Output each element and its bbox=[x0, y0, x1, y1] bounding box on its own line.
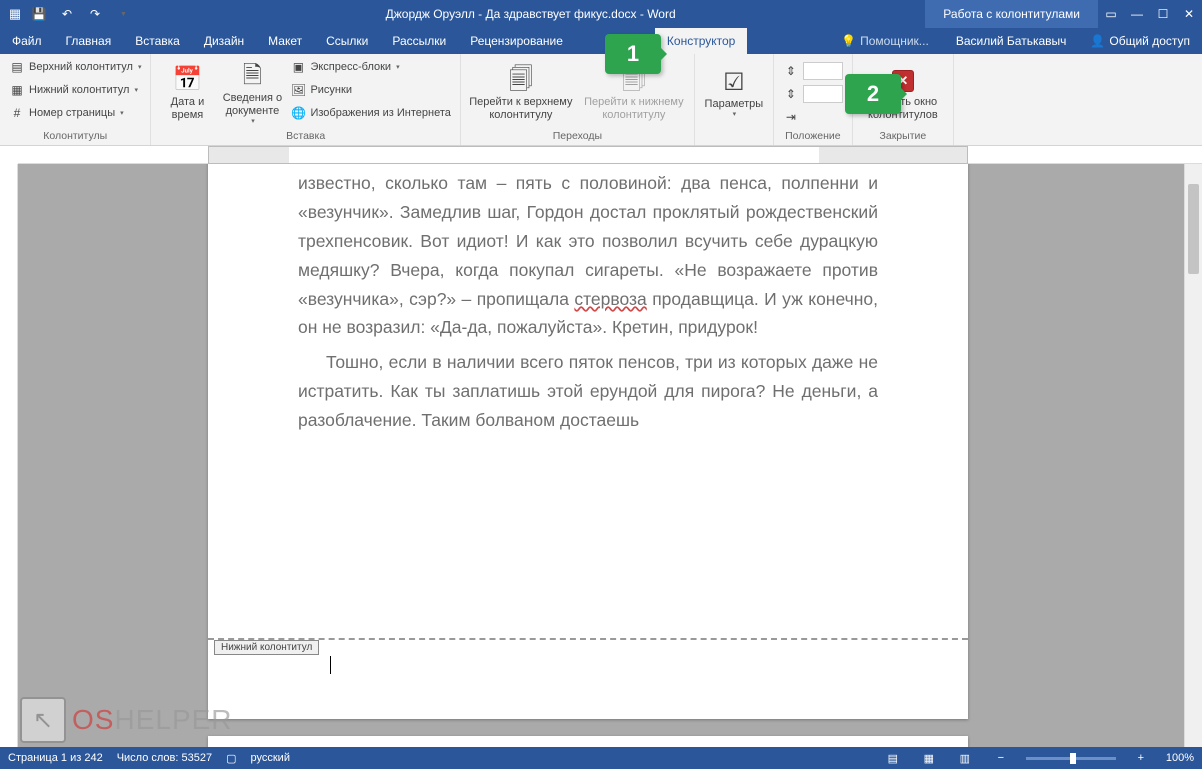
group-navigation: Переходы bbox=[466, 129, 689, 144]
callout-2: 2 bbox=[845, 74, 901, 114]
online-pictures-button[interactable]: 🌐Изображения из Интернета bbox=[286, 102, 454, 124]
view-web-button[interactable]: ▥ bbox=[954, 747, 976, 769]
maximize-button[interactable]: ☐ bbox=[1150, 1, 1176, 27]
zoom-slider[interactable] bbox=[1026, 757, 1116, 760]
status-words[interactable]: Число слов: 53527 bbox=[117, 752, 212, 764]
zoom-out-button[interactable]: − bbox=[990, 747, 1012, 769]
body-text: известно, сколько там – пять с половиной… bbox=[298, 169, 878, 435]
app-icon: ▦ bbox=[6, 5, 24, 23]
page-number-button[interactable]: #Номер страницы▾ bbox=[5, 102, 145, 124]
redo-button[interactable]: ↷ bbox=[82, 1, 108, 27]
scroll-thumb[interactable] bbox=[1188, 184, 1199, 274]
window-title: Джордж Оруэлл - Да здравствует фикус.doc… bbox=[136, 7, 925, 21]
tab-design[interactable]: Дизайн bbox=[192, 28, 256, 54]
cursor-icon: ↖ bbox=[20, 697, 66, 743]
goto-header-button[interactable]: 🗐Перейти к верхнему колонтитулу bbox=[466, 56, 576, 128]
ribbon-options-button[interactable]: ▭ bbox=[1098, 1, 1124, 27]
proofing-icon[interactable]: ▢ bbox=[226, 752, 236, 765]
tab-references[interactable]: Ссылки bbox=[314, 28, 380, 54]
group-position: Положение bbox=[779, 129, 847, 144]
vertical-ruler[interactable] bbox=[0, 164, 18, 747]
group-colontitles: Колонтитулы bbox=[5, 129, 145, 144]
view-print-button[interactable]: ▦ bbox=[918, 747, 940, 769]
tab-home[interactable]: Главная bbox=[54, 28, 124, 54]
qat-customize[interactable]: ▼ bbox=[110, 1, 136, 27]
tab-mailings[interactable]: Рассылки bbox=[380, 28, 458, 54]
title-bar: ▦ 💾 ↶ ↷ ▼ Джордж Оруэлл - Да здравствует… bbox=[0, 0, 1202, 28]
tab-layout[interactable]: Макет bbox=[256, 28, 314, 54]
footer-button[interactable]: ▦Нижний колонтитул▾ bbox=[5, 79, 145, 101]
text-cursor bbox=[330, 656, 331, 674]
vertical-scrollbar[interactable] bbox=[1184, 164, 1202, 747]
position-top-input[interactable]: ⇕ bbox=[779, 60, 847, 82]
tell-me[interactable]: 💡Помощник... bbox=[826, 28, 944, 54]
tab-insert[interactable]: Вставка bbox=[123, 28, 192, 54]
group-insert: Вставка bbox=[156, 129, 454, 144]
status-language[interactable]: русский bbox=[251, 752, 290, 764]
footer-tag: Нижний колонтитул bbox=[214, 640, 319, 655]
doc-info-button[interactable]: 🗎Сведения о документе▾ bbox=[221, 56, 283, 128]
callout-1: 1 bbox=[605, 34, 661, 74]
zoom-in-button[interactable]: + bbox=[1130, 747, 1152, 769]
tab-review[interactable]: Рецензирование bbox=[458, 28, 575, 54]
save-button[interactable]: 💾 bbox=[26, 1, 52, 27]
document-area[interactable]: известно, сколько там – пять с половиной… bbox=[18, 164, 1184, 747]
user-name[interactable]: Василий Батькавыч bbox=[944, 28, 1079, 54]
contextual-tab-label: Работа с колонтитулами bbox=[925, 0, 1098, 28]
quick-parts-button[interactable]: ▣Экспресс-блоки▾ bbox=[286, 56, 454, 78]
tab-file[interactable]: Файл bbox=[0, 28, 54, 54]
options-button[interactable]: ☑Параметры▾ bbox=[700, 56, 768, 128]
minimize-button[interactable]: — bbox=[1124, 1, 1150, 27]
ribbon: ▤Верхний колонтитул▾ ▦Нижний колонтитул▾… bbox=[0, 54, 1202, 146]
group-close: Закрытие bbox=[858, 129, 948, 144]
share-button[interactable]: 👤Общий доступ bbox=[1078, 28, 1202, 54]
zoom-level[interactable]: 100% bbox=[1166, 752, 1194, 764]
view-read-button[interactable]: ▤ bbox=[882, 747, 904, 769]
watermark: ↖ OSHELPER bbox=[20, 697, 233, 743]
horizontal-ruler[interactable] bbox=[18, 146, 1202, 164]
header-button[interactable]: ▤Верхний колонтитул▾ bbox=[5, 56, 145, 78]
ribbon-tabs: Файл Главная Вставка Дизайн Макет Ссылки… bbox=[0, 28, 1202, 54]
pictures-button[interactable]: 🖼Рисунки bbox=[286, 79, 454, 101]
close-window-button[interactable]: ✕ bbox=[1176, 1, 1202, 27]
page-2[interactable]: Верхний колонтитул «везунчик» не в россы… bbox=[208, 736, 968, 747]
undo-button[interactable]: ↶ bbox=[54, 1, 80, 27]
insert-tab-button[interactable]: ⇥ bbox=[779, 106, 847, 128]
page-1[interactable]: известно, сколько там – пять с половиной… bbox=[208, 164, 968, 719]
date-time-button[interactable]: 📅Дата и время bbox=[156, 56, 218, 128]
status-page[interactable]: Страница 1 из 242 bbox=[8, 752, 103, 764]
position-bottom-input[interactable]: ⇕ bbox=[779, 83, 847, 105]
status-bar: Страница 1 из 242 Число слов: 53527 ▢ ру… bbox=[0, 747, 1202, 769]
